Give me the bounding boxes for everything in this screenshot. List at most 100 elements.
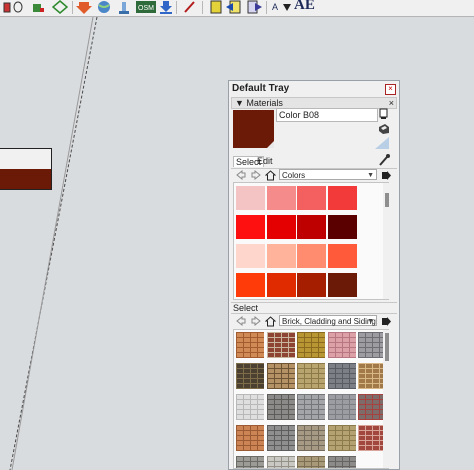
box-front-face [0,169,52,190]
toolbar-separator [72,1,73,14]
texture-swatch-grey-wall[interactable] [327,456,356,468]
texture-swatch-grey-block[interactable] [327,394,356,420]
default-material-triangle-icon[interactable] [375,137,389,149]
color-swatch[interactable] [266,244,296,268]
default-tray: Default Tray × ▼ Materials × Color B08 S… [228,80,400,470]
color-swatch[interactable] [297,215,326,239]
back-arrow-icon[interactable] [235,169,246,181]
materials-panel-title: Materials [246,98,283,108]
texture-swatch-grey-rock[interactable] [266,425,295,451]
texture-swatch-siding-brown[interactable] [358,363,386,389]
sample-paint-icon[interactable] [378,154,390,166]
pencil-icon[interactable] [182,0,198,14]
tab-edit[interactable]: Edit [257,156,273,166]
color-swatch[interactable] [266,215,296,239]
globe-icon[interactable] [96,0,112,14]
color-swatch[interactable] [327,186,357,210]
color-swatch[interactable] [327,244,357,268]
materials-panel-close-button[interactable]: × [389,98,394,108]
color-swatch[interactable] [266,186,296,210]
pane-divider-2 [231,313,397,314]
texture-swatch-yellow-rock[interactable] [327,425,356,451]
color-grid-scroll-thumb[interactable] [385,193,389,207]
details-arrow-icon[interactable] [381,169,392,181]
toolbar-separator [266,1,267,14]
tray-close-button[interactable]: × [385,84,396,95]
cylinder-icon[interactable] [10,0,26,14]
library-select[interactable]: Colors ▼ [279,169,377,180]
paint-bucket-icon[interactable] [30,0,46,14]
create-material-icon[interactable] [378,123,390,135]
collapse-triangle-icon: ▼ [235,98,247,108]
shapes-icon[interactable] [52,0,68,14]
osm-icon-label: OSM [138,5,154,12]
texture-swatch-white-rock[interactable] [266,456,295,468]
texture-swatch-dark-stone[interactable] [236,363,264,389]
color-swatch[interactable] [236,215,265,239]
texture-swatch-grid [233,329,389,469]
toolbar-separator [176,1,177,14]
red-box-model[interactable] [0,148,53,200]
swatch-corner-icon [267,141,274,148]
library-select-2-value: Brick, Cladding and Siding [282,317,376,326]
forward-arrow-icon[interactable] [250,169,261,181]
box-top-face [0,148,52,170]
texture-grid-scrollbar[interactable] [383,330,391,468]
color-swatch[interactable] [297,186,326,210]
ae-icon[interactable]: AE [294,0,315,14]
texture-swatch-red-stone[interactable] [358,394,386,420]
arrow-in-icon[interactable] [226,0,242,14]
colors-nav-row: Colors ▼ [233,169,395,182]
texture-swatch-rubble-stone[interactable] [266,394,295,420]
texture-swatch-grey-slate[interactable] [327,363,356,389]
color-swatch-grid [233,182,389,300]
color-swatch[interactable] [266,273,296,297]
download-arrow-icon[interactable] [76,0,92,14]
home-icon[interactable] [265,315,276,327]
texture-swatch-red-brick-2[interactable] [358,425,386,451]
textures-nav-row: Brick, Cladding and Siding ▼ [233,315,395,328]
color-swatch[interactable] [236,186,265,210]
color-grid-scrollbar[interactable] [383,183,391,299]
tray-title: Default Tray [229,81,399,96]
color-swatch[interactable] [327,215,357,239]
display-secondary-pane-icon[interactable] [378,108,390,120]
texture-swatch-yellow-stone[interactable] [297,332,325,358]
notes-icon[interactable] [208,0,224,14]
import-icon[interactable] [158,0,174,14]
push-icon[interactable] [116,0,132,14]
material-name-field[interactable]: Color B08 [276,108,378,122]
chevron-down-icon: ▼ [367,318,374,325]
secondary-select-label: Select [233,303,259,313]
color-swatch[interactable] [297,244,326,268]
color-swatch[interactable] [297,273,326,297]
forward-arrow-icon[interactable] [250,315,261,327]
osm-icon[interactable]: OSM [136,0,156,14]
color-swatch[interactable] [327,273,357,297]
texture-swatch-grey-cobble[interactable] [358,332,386,358]
texture-swatch-white-siding[interactable] [236,394,264,420]
library-select-2[interactable]: Brick, Cladding and Siding ▼ [279,315,377,326]
texture-swatch-tan-rock[interactable] [297,456,325,468]
back-arrow-icon[interactable] [235,315,246,327]
main-toolbar: OSM A AE [0,0,474,17]
details-arrow-icon[interactable] [381,315,392,327]
text-style-icon[interactable]: A [270,0,292,14]
texture-swatch-orange-siding[interactable] [236,425,264,451]
arrow-out-icon[interactable] [246,0,262,14]
color-swatch[interactable] [236,273,265,297]
home-icon[interactable] [265,169,276,181]
texture-swatch-tan-brick[interactable] [266,363,295,389]
color-swatch[interactable] [236,244,265,268]
texture-grid-scroll-thumb[interactable] [385,333,389,361]
toolbar-separator [202,1,203,14]
chevron-down-icon: ▼ [367,172,374,179]
texture-swatch-orange-wood[interactable] [236,332,264,358]
texture-swatch-beige-stone[interactable] [297,425,325,451]
texture-swatch-grey-brick[interactable] [297,394,325,420]
texture-swatch-flagstone[interactable] [297,363,325,389]
texture-swatch-pink-tile[interactable] [327,332,356,358]
texture-swatch-red-brick[interactable] [266,332,295,358]
texture-swatch-grey-cobble-2[interactable] [236,456,264,468]
current-material-swatch[interactable] [233,110,274,148]
